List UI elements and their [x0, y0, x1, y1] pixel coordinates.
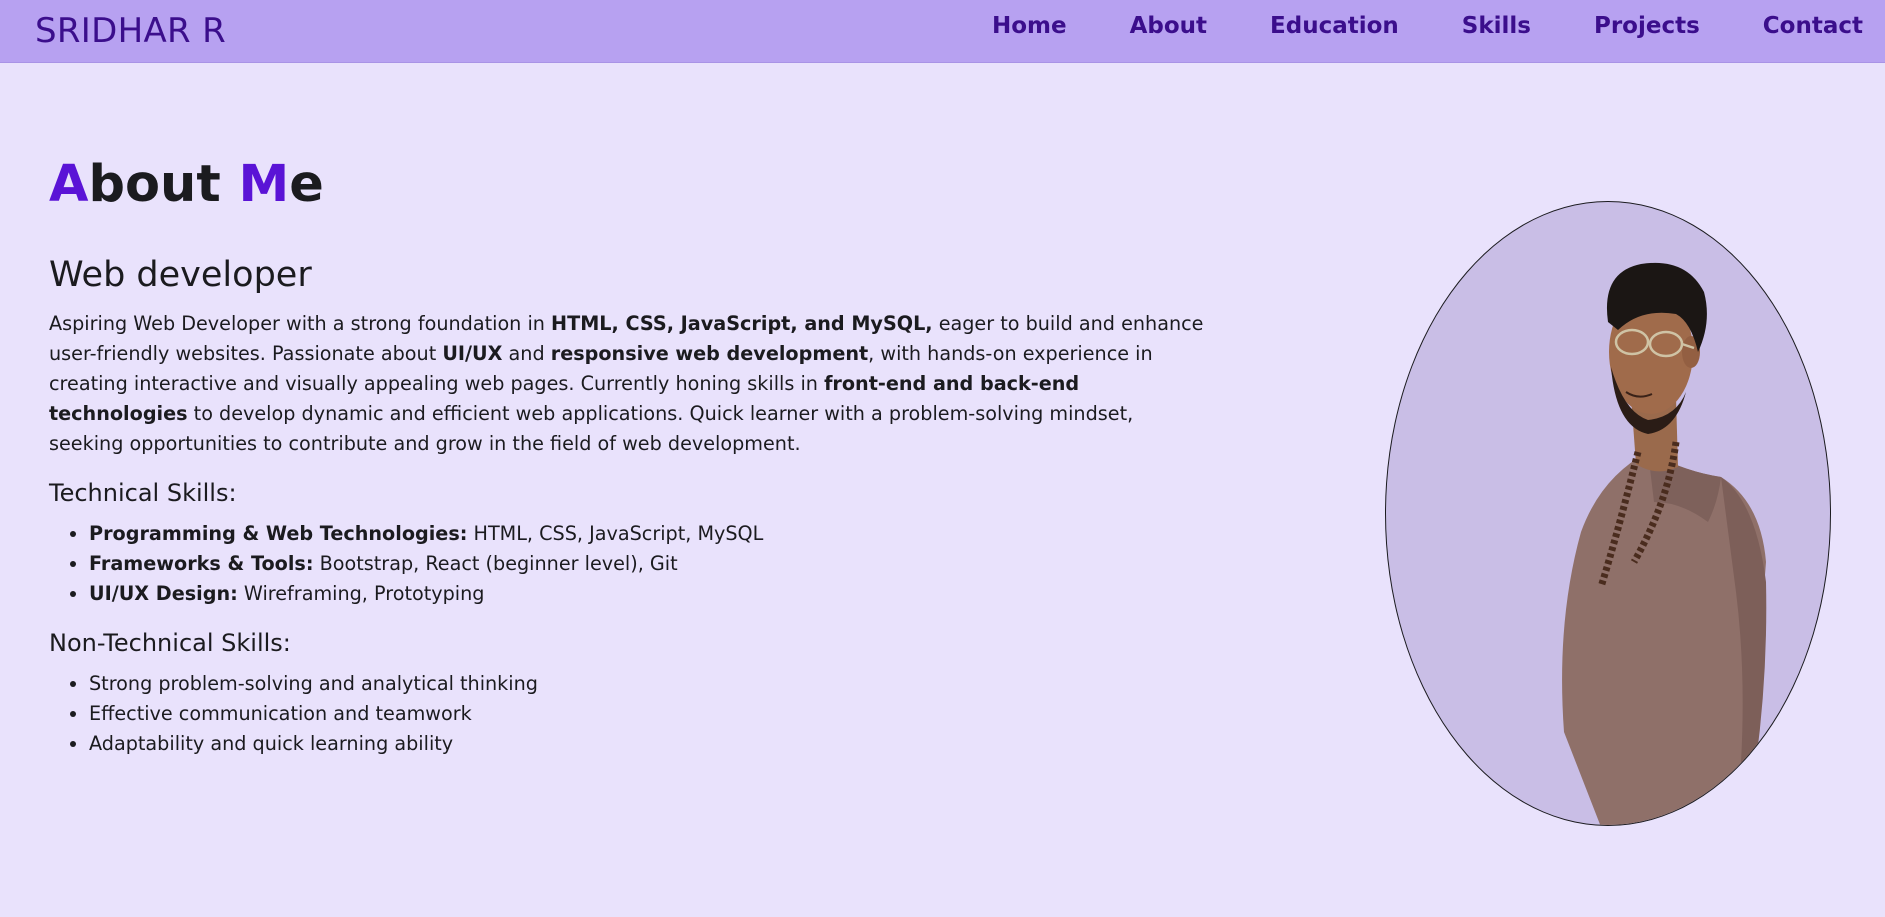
non-technical-skills-heading: Non-Technical Skills:: [49, 629, 291, 657]
bio-text: and: [502, 342, 551, 365]
skill-label: Programming & Web Technologies:: [89, 522, 468, 545]
about-title-initial-a: A: [49, 155, 89, 214]
person-illustration: [1562, 262, 1767, 825]
about-title-initial-m: M: [238, 155, 290, 214]
nav-links: Home About Education Skills Projects Con…: [929, 13, 1863, 39]
list-item: UI/UX Design: Wireframing, Prototyping: [89, 579, 763, 609]
about-title-me-rest: e: [289, 155, 324, 214]
bio-text: Aspiring Web Developer with a strong fou…: [49, 312, 552, 335]
skill-value: Wireframing, Prototyping: [237, 582, 485, 605]
list-item: Adaptability and quick learning ability: [89, 729, 538, 759]
technical-skills-heading: Technical Skills:: [49, 479, 237, 507]
skill-label: UI/UX Design:: [89, 582, 238, 605]
bio-bold-responsive: responsive web development: [550, 342, 869, 365]
list-item: Strong problem-solving and analytical th…: [89, 669, 538, 699]
nav-projects-link[interactable]: Projects: [1594, 13, 1700, 39]
skill-value: HTML, CSS, JavaScript, MySQL: [467, 522, 764, 545]
brand-logo[interactable]: SRIDHAR R: [35, 11, 226, 51]
nav-home-link[interactable]: Home: [992, 13, 1067, 39]
bio-text: to develop dynamic and efficient web app…: [49, 402, 1134, 455]
about-title: About Me: [49, 155, 324, 214]
skill-label: Frameworks & Tools:: [89, 552, 314, 575]
about-title-word-rest: bout: [88, 155, 221, 214]
technical-skills-list: Programming & Web Technologies: HTML, CS…: [49, 519, 763, 609]
list-item: Programming & Web Technologies: HTML, CS…: [89, 519, 763, 549]
nav-education-link[interactable]: Education: [1270, 13, 1399, 39]
bio-paragraph: Aspiring Web Developer with a strong fou…: [49, 309, 1209, 459]
nav-skills-link[interactable]: Skills: [1462, 13, 1531, 39]
nav-contact-link[interactable]: Contact: [1763, 13, 1863, 39]
skill-value: Bootstrap, React (beginner level), Git: [313, 552, 678, 575]
list-item: Effective communication and teamwork: [89, 699, 538, 729]
navbar: SRIDHAR R Home About Education Skills Pr…: [0, 0, 1885, 63]
role-heading: Web developer: [49, 255, 312, 295]
bio-bold-uiux: UI/UX: [442, 342, 503, 365]
bio-bold-tech: HTML, CSS, JavaScript, and MySQL,: [551, 312, 933, 335]
profile-photo: [1385, 201, 1831, 826]
nav-about-link[interactable]: About: [1130, 13, 1207, 39]
non-technical-skills-list: Strong problem-solving and analytical th…: [49, 669, 538, 759]
list-item: Frameworks & Tools: Bootstrap, React (be…: [89, 549, 763, 579]
